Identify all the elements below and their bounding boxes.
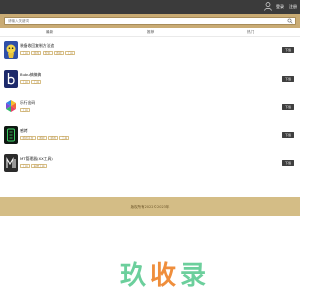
app-list-item[interactable]: 感烤 游戏平台 游戏 游戏 工具 下载 [0, 126, 300, 156]
app-tags: 工具 [20, 107, 31, 112]
tab-latest[interactable]: 最新 [46, 30, 53, 34]
app-name[interactable]: 装备收回复制方法追 [20, 44, 54, 48]
app-list-item[interactable]: 乐行出码 工具 下载 [0, 98, 300, 128]
app-icon [4, 70, 18, 88]
tab-popular[interactable]: 热门 [247, 30, 254, 34]
app-tags: 工具 游戏 安卓 游戏 工具 [20, 50, 76, 55]
user-icon[interactable] [264, 2, 272, 11]
search-box [4, 17, 296, 25]
app-tag: 游戏 [36, 136, 47, 140]
app-list-item[interactable]: 装备收回复制方法追 工具 游戏 安卓 游戏 工具 下载 [0, 41, 300, 71]
app-tag: 安卓 [42, 51, 53, 55]
app-tag: 工具 [20, 51, 30, 55]
app-tag: 工具 [20, 108, 30, 112]
app-icon [4, 98, 18, 116]
app-icon [4, 154, 18, 172]
watermark-logo: 玖 收 录 [120, 261, 206, 289]
app-tag: 游戏 [53, 51, 64, 55]
svg-text:收: 收 [150, 261, 176, 289]
app-name[interactable]: 乐行出码 [20, 101, 35, 105]
app-icon [4, 41, 18, 59]
app-name[interactable]: MT管理器(XX工具) [20, 157, 53, 161]
download-button[interactable]: 下载 [282, 160, 294, 166]
app-icon [4, 126, 18, 144]
register-link[interactable]: 注册 [289, 5, 297, 9]
download-button[interactable]: 下载 [282, 132, 294, 138]
svg-text:录: 录 [180, 261, 206, 289]
download-button[interactable]: 下载 [282, 47, 294, 53]
svg-text:玖: 玖 [120, 261, 146, 289]
app-list-item[interactable]: MT管理器(XX工具) 工具 系统工具 下载 [0, 154, 300, 184]
app-name[interactable]: Bubu搞搞搞 [20, 73, 41, 77]
app-tag: 游戏平台 [20, 136, 36, 140]
app-tags: 工具 系统工具 [20, 163, 48, 168]
app-name[interactable]: 感烤 [20, 129, 28, 133]
footer: 版权所有2022©2023年 [0, 197, 300, 216]
copyright-text: 版权所有2022©2023年 [130, 205, 170, 209]
app-tag: 工具 [65, 51, 76, 55]
app-tag: 系统工具 [31, 164, 47, 168]
app-tag: 工具 [20, 164, 30, 168]
app-tag: 游戏 [48, 136, 59, 140]
app-list-item[interactable]: Bubu搞搞搞 工具 工具 下载 [0, 70, 300, 100]
tab-bar: 最新 推荐 热门 [0, 28, 300, 36]
login-link[interactable]: 登录 [276, 5, 284, 9]
download-button[interactable]: 下载 [282, 104, 294, 110]
app-tag: 工具 [59, 136, 70, 140]
app-tags: 工具 工具 [20, 79, 43, 84]
search-input[interactable] [8, 18, 278, 24]
app-tag: 工具 [20, 80, 30, 84]
app-tag: 工具 [31, 80, 42, 84]
top-bar: 登录 注册 [0, 0, 300, 14]
app-tags: 游戏平台 游戏 游戏 工具 [20, 135, 71, 140]
app-tag: 游戏 [31, 51, 42, 55]
tab-recommended[interactable]: 推荐 [147, 30, 154, 34]
search-icon[interactable] [287, 18, 293, 24]
download-button[interactable]: 下载 [282, 76, 294, 82]
tab-divider [0, 36, 300, 37]
